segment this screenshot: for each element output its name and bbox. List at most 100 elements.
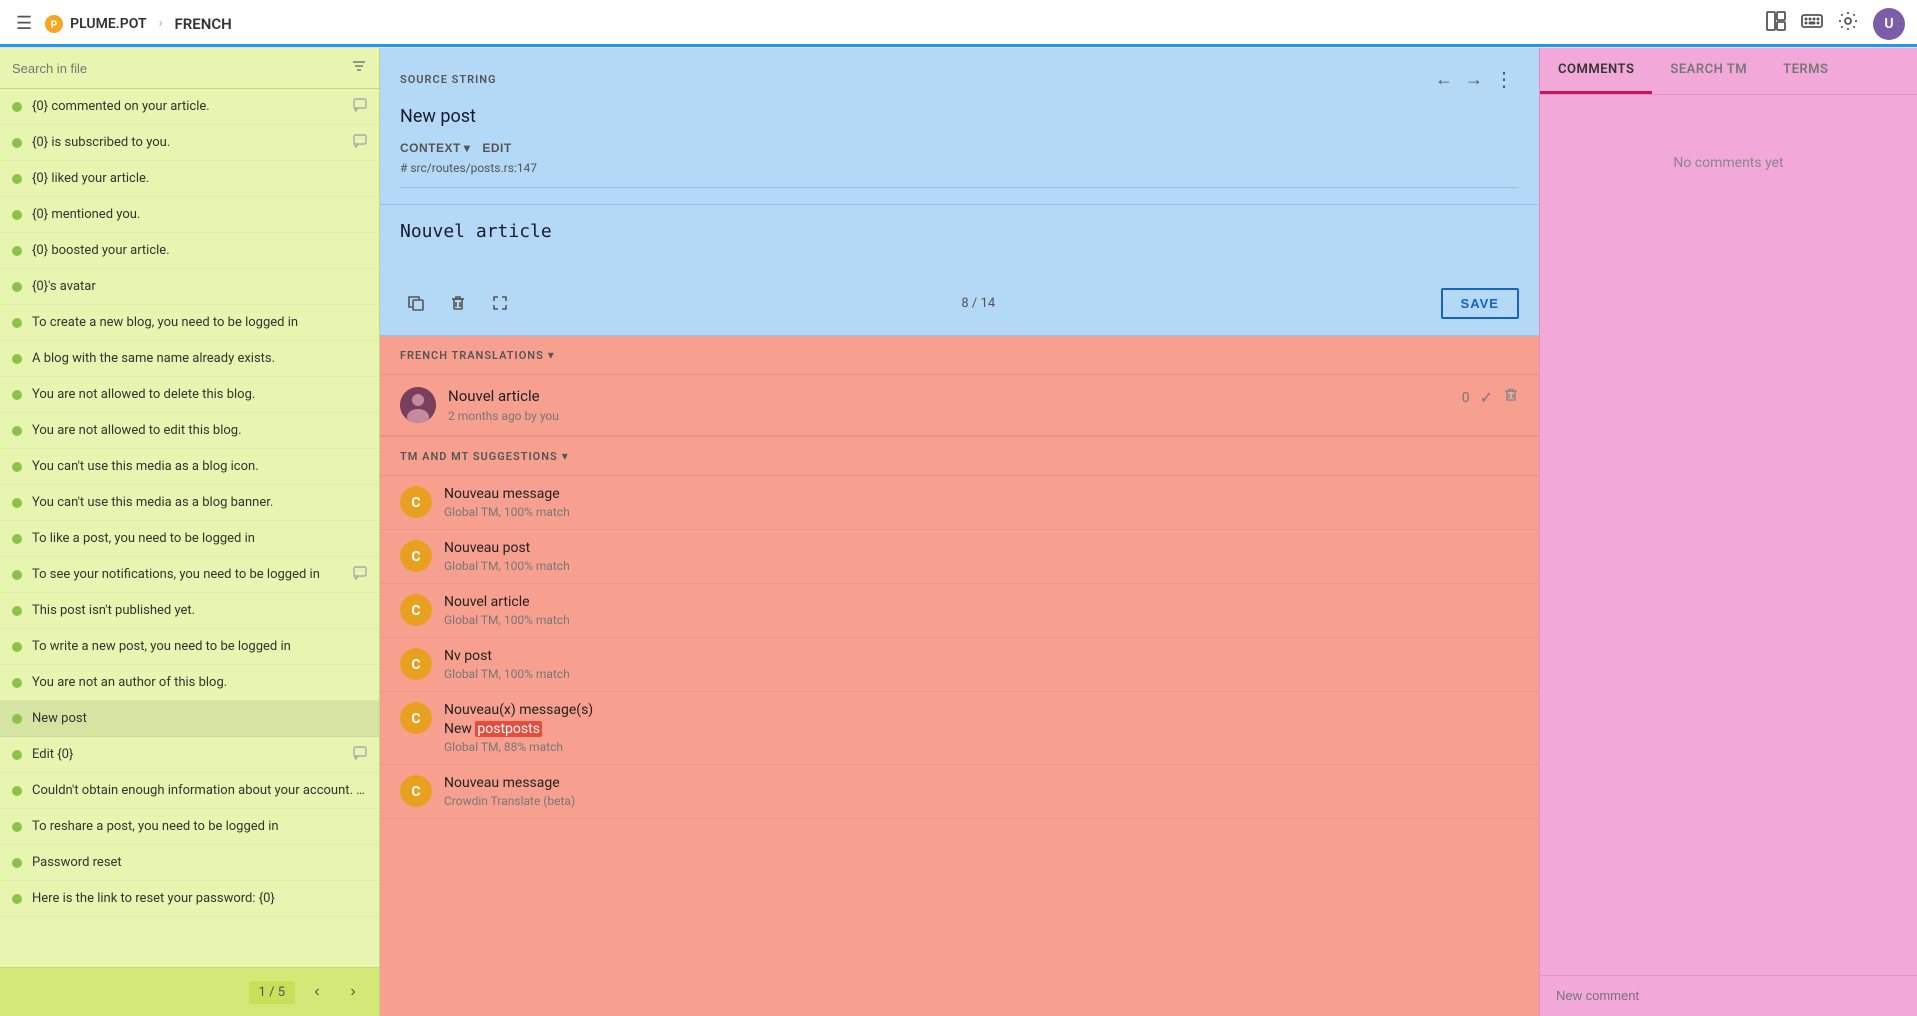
sidebar-item[interactable]: You are not allowed to delete this blog. [0,377,379,413]
source-string-label: SOURCE STRING [400,73,1429,86]
expand-button[interactable] [484,287,516,319]
sidebar-item[interactable]: You are not an author of this blog. [0,665,379,701]
sidebar-item[interactable]: Here is the link to reset your password:… [0,881,379,917]
suggestion-item-2: C Nouveau post Global TM, 100% match [380,530,1539,584]
layout-icon[interactable] [1765,10,1787,37]
sidebar-item-label: {0} liked your article. [32,171,367,186]
keyboard-icon[interactable] [1801,10,1823,37]
context-path: # src/routes/posts.rs:147 [400,161,1519,175]
delete-translation-button[interactable] [442,287,474,319]
sidebar-item-label: {0} boosted your article. [32,243,367,258]
suggestion-meta-5: Global TM, 88% match [444,740,1519,754]
sidebar-item[interactable]: You can't use this media as a blog icon. [0,449,379,485]
tab-terms[interactable]: TERMS [1765,48,1846,94]
french-translations-header[interactable]: FRENCH TRANSLATIONS ▾ [380,336,1539,375]
new-comment-bar [1540,975,1917,1016]
pagination-info: 1 / 5 [249,981,295,1004]
copy-source-button[interactable] [400,287,432,319]
sidebar-item[interactable]: {0}'s avatar [0,269,379,305]
sidebar-item[interactable]: {0} boosted your article. [0,233,379,269]
user-avatar[interactable]: U [1873,8,1905,40]
sidebar-pagination: 1 / 5 ‹ › [0,967,379,1016]
topbar: ☰ P PLUME.POT › FRENCH [0,0,1917,48]
menu-icon[interactable]: ☰ [12,9,36,38]
translation-area: Nouvel article [380,205,1539,336]
plume-logo-icon: P [44,14,64,34]
filter-icon[interactable] [351,58,367,78]
search-input[interactable] [12,61,351,76]
suggestion-content-2[interactable]: Nouveau post Global TM, 100% match [444,540,1519,573]
translation-item-text: Nouvel article [448,387,1450,405]
sidebar-item[interactable]: You are not allowed to edit this blog. [0,413,379,449]
new-comment-input[interactable] [1556,988,1901,1003]
suggestions-header[interactable]: TM AND MT SUGGESTIONS ▾ [380,436,1539,476]
sidebar-item-comment-icon [353,746,367,764]
sidebar-item[interactable]: {0} mentioned you. [0,197,379,233]
sidebar-item[interactable]: Password reset [0,845,379,881]
context-button[interactable]: CONTEXT ▾ [400,141,470,155]
sidebar-item[interactable]: This post isn't published yet. [0,593,379,629]
suggestion-content-3[interactable]: Nouvel article Global TM, 100% match [444,594,1519,627]
sidebar-item-dot [12,822,22,832]
sidebar-item[interactable]: To create a new blog, you need to be log… [0,305,379,341]
sidebar-item-dot [12,750,22,760]
source-prev-button[interactable]: ← [1429,64,1459,94]
suggestion-item-1: C Nouveau message Global TM, 100% match [380,476,1539,530]
sidebar-item[interactable]: A blog with the same name already exists… [0,341,379,377]
topbar-actions: U [1765,8,1905,40]
suggestion-meta-1: Global TM, 100% match [444,505,1519,519]
sidebar-item-label: {0} commented on your article. [32,99,347,114]
suggestion-text-1: Nouveau message [444,486,1519,502]
edit-button[interactable]: EDIT [482,141,511,155]
suggestion-highlight-5: postposts [475,721,542,737]
sidebar-list: {0} commented on your article. {0} is sub… [0,89,379,967]
translations-section: FRENCH TRANSLATIONS ▾ Nouvel article 2 m… [380,336,1539,1016]
sidebar-item[interactable]: {0} commented on your article. [0,89,379,125]
tab-search-tm[interactable]: SEARCH TM [1652,48,1765,94]
sidebar-item[interactable]: New post [0,701,379,737]
sidebar-item[interactable]: To write a new post, you need to be logg… [0,629,379,665]
svg-text:C: C [411,495,420,511]
sidebar-item[interactable]: You can't use this media as a blog banne… [0,485,379,521]
breadcrumb-separator: › [159,16,163,31]
tab-comments[interactable]: COMMENTS [1540,48,1652,94]
sidebar-item-label: You can't use this media as a blog banne… [32,495,367,510]
suggestion-content-5[interactable]: Nouveau(x) message(s) New postposts Glob… [444,702,1519,754]
sidebar-item-label: You can't use this media as a blog icon. [32,459,367,474]
suggestion-text-2: Nouveau post [444,540,1519,556]
sidebar-item-dot [12,282,22,292]
sidebar-item[interactable]: {0} is subscribed to you. [0,125,379,161]
main-layout: {0} commented on your article. {0} is sub… [0,48,1917,1016]
suggestion-subtext-5: New postposts [444,721,1519,737]
translation-input[interactable]: Nouvel article [400,221,1519,271]
approve-translation-button[interactable]: ✓ [1480,388,1493,408]
sidebar-item[interactable]: Couldn't obtain enough information about… [0,773,379,809]
sidebar-item[interactable]: Edit {0} [0,737,379,773]
sidebar-item-dot [12,102,22,112]
sidebar-item-dot [12,894,22,904]
sidebar-item-dot [12,714,22,724]
sidebar-item[interactable]: To reshare a post, you need to be logged… [0,809,379,845]
pagination-next-button[interactable]: › [339,978,367,1006]
source-next-button[interactable]: → [1459,64,1489,94]
sidebar-item-label: You are not an author of this blog. [32,675,367,690]
sidebar-item[interactable]: {0} liked your article. [0,161,379,197]
delete-translation-item-button[interactable] [1503,387,1519,408]
suggestion-content-4[interactable]: Nv post Global TM, 100% match [444,648,1519,681]
sidebar-item-label: You are not allowed to delete this blog. [32,387,367,402]
suggestion-text-3: Nouvel article [444,594,1519,610]
suggestion-text-4: Nv post [444,648,1519,664]
save-button[interactable]: SAVE [1441,288,1519,319]
suggestion-content-1[interactable]: Nouveau message Global TM, 100% match [444,486,1519,519]
settings-icon[interactable] [1837,10,1859,37]
sidebar-item[interactable]: To see your notifications, you need to b… [0,557,379,593]
translations-caret-icon: ▾ [548,348,554,362]
right-panel: COMMENTS SEARCH TM TERMS No comments yet [1539,48,1917,1016]
suggestion-content-6[interactable]: Nouveau message Crowdin Translate (beta) [444,775,1519,808]
sidebar-item-comment-icon [353,134,367,152]
pagination-prev-button[interactable]: ‹ [303,978,331,1006]
sidebar-item-label: You are not allowed to edit this blog. [32,423,367,438]
suggestion-item-4: C Nv post Global TM, 100% match [380,638,1539,692]
sidebar-item[interactable]: To like a post, you need to be logged in [0,521,379,557]
source-more-button[interactable]: ⋮ [1489,64,1519,94]
